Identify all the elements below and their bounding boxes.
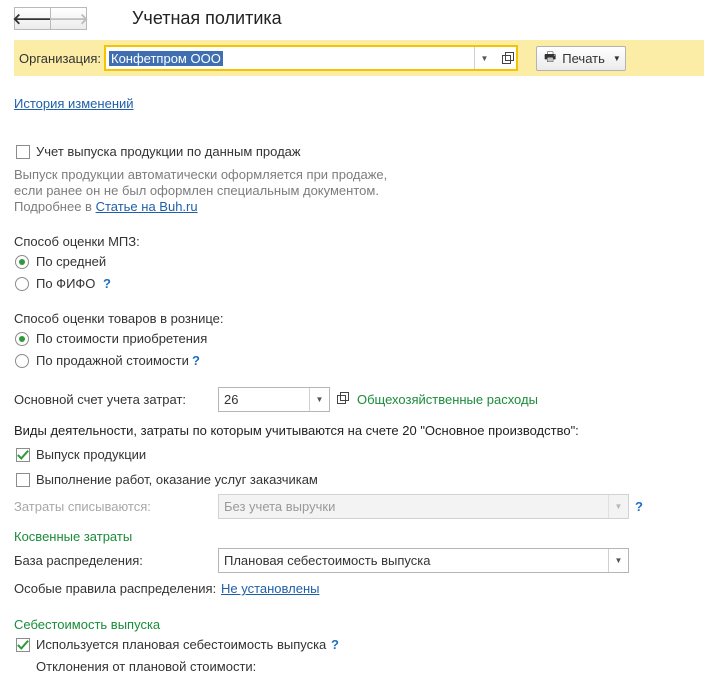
cost-account-value: 26	[224, 392, 239, 407]
mpz-option-fifo: По ФИФО	[36, 276, 96, 291]
distribution-base-value: Плановая себестоимость выпуска	[224, 553, 431, 568]
sales-release-hint-2: если ранее он не был оформлен специальны…	[14, 183, 379, 198]
activities-label: Виды деятельности, затраты по которым уч…	[14, 423, 579, 438]
organization-dropdown-button[interactable]: ▼	[474, 47, 494, 69]
retail-option-sale-price: По продажной стоимости	[36, 353, 189, 368]
indirect-costs-heading: Косвенные затраты	[14, 529, 133, 544]
mpz-radio-average[interactable]	[15, 255, 29, 269]
retail-option-purchase: По стоимости приобретения	[36, 331, 208, 346]
print-button-label: Печать	[562, 51, 605, 66]
organization-value: Конфетпром ООО	[109, 50, 223, 66]
activity-production-checkbox[interactable]	[16, 448, 30, 462]
mpz-radio-fifo[interactable]	[15, 277, 29, 291]
back-button[interactable]: 🡐	[12, 7, 53, 30]
retail-radio-purchase[interactable]	[15, 332, 29, 346]
cost-account-description[interactable]: Общехозяйственные расходы	[357, 392, 538, 407]
organization-field[interactable]: Конфетпром ООО ▼	[104, 45, 518, 71]
sales-release-label: Учет выпуска продукции по данным продаж	[36, 144, 301, 159]
chevron-down-icon: ▼	[614, 502, 623, 511]
planned-cost-checkbox[interactable]	[16, 638, 30, 652]
distribution-base-field[interactable]: Плановая себестоимость выпуска ▼	[218, 548, 629, 573]
forward-button[interactable]: 🡒	[48, 7, 89, 30]
arrow-right-icon: 🡒	[48, 11, 89, 28]
chevron-down-icon: ▼	[480, 53, 489, 63]
special-rules-link[interactable]: Не установлены	[221, 581, 319, 596]
open-form-icon	[501, 51, 514, 64]
chevron-down-icon: ▼	[614, 556, 623, 565]
mpz-option-average: По средней	[36, 254, 107, 269]
history-link[interactable]: История изменений	[14, 96, 134, 111]
print-button[interactable]: 🖶 Печать ▼	[536, 46, 626, 71]
retail-label: Способ оценки товаров в рознице:	[14, 311, 224, 326]
retail-help-icon[interactable]: ?	[192, 353, 200, 368]
cost-account-label: Основной счет учета затрат:	[14, 392, 187, 407]
chevron-down-icon: ▼	[612, 54, 621, 63]
cost-account-field[interactable]: 26 ▼	[218, 387, 330, 412]
mpz-label: Способ оценки МПЗ:	[14, 234, 140, 249]
special-rules-label: Особые правила распределения:	[14, 581, 217, 596]
writeoff-label: Затраты списываются:	[14, 499, 151, 514]
writeoff-field: Без учета выручки ▼	[218, 494, 629, 519]
organization-open-button[interactable]	[496, 48, 516, 70]
sales-release-hint-1: Выпуск продукции автоматически оформляет…	[14, 167, 388, 182]
retail-radio-sale-price[interactable]	[15, 354, 29, 368]
organization-label: Организация:	[19, 51, 102, 66]
cost-of-output-heading: Себестоимость выпуска	[14, 617, 161, 632]
distribution-base-dropdown-button[interactable]: ▼	[608, 549, 628, 572]
distribution-base-label: База распределения:	[14, 553, 143, 568]
activity-production-label: Выпуск продукции	[36, 447, 147, 462]
mpz-help-icon[interactable]: ?	[103, 276, 111, 291]
sales-release-checkbox[interactable]	[16, 145, 30, 159]
writeoff-help-icon[interactable]: ?	[635, 499, 643, 514]
deviations-label: Отклонения от плановой стоимости:	[36, 659, 257, 674]
arrow-left-icon: 🡐	[12, 11, 53, 28]
cost-account-dropdown-button[interactable]: ▼	[309, 388, 329, 411]
writeoff-value: Без учета выручки	[224, 499, 336, 514]
activity-services-checkbox[interactable]	[16, 473, 30, 487]
planned-cost-label: Используется плановая себестоимость выпу…	[36, 637, 327, 652]
chevron-down-icon: ▼	[315, 395, 324, 404]
page-title: Учетная политика	[132, 8, 282, 28]
printer-icon: 🖶	[544, 48, 557, 64]
writeoff-dropdown-button: ▼	[608, 495, 628, 518]
checkmark-icon	[17, 450, 29, 460]
activity-services-label: Выполнение работ, оказание услуг заказчи…	[36, 472, 318, 487]
more-info-prefix: Подробнее в	[14, 199, 92, 214]
buh-article-link[interactable]: Статье на Buh.ru	[96, 199, 198, 214]
planned-cost-help-icon[interactable]: ?	[331, 637, 339, 652]
cost-account-open-button[interactable]	[331, 388, 351, 410]
checkmark-icon	[17, 640, 29, 650]
open-form-icon	[336, 391, 349, 404]
